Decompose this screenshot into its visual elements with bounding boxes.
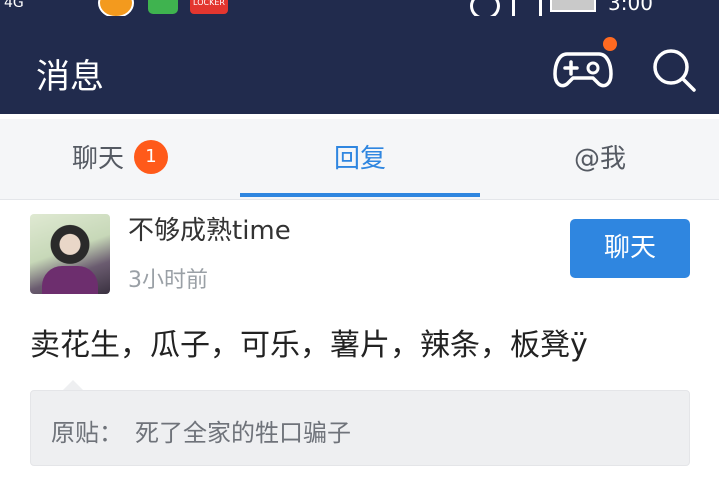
app-notification-icon [98, 0, 134, 16]
gamepad-icon[interactable] [553, 44, 613, 92]
network-indicator: 4G [4, 0, 24, 11]
unread-badge: 1 [134, 139, 168, 174]
timestamp: 3小时前 [128, 268, 208, 293]
tab-mentions-label: @我 [573, 144, 626, 174]
quote-label: 原贴： [51, 419, 123, 447]
title-bar: 消息 [0, 16, 719, 114]
chat-button[interactable]: 聊天 [570, 219, 690, 278]
tab-mentions[interactable]: @我 [480, 119, 719, 199]
wifi-icon [512, 0, 542, 16]
avatar[interactable] [30, 214, 110, 294]
quote-text: 死了全家的牲口骗子 [135, 419, 351, 447]
alarm-icon [470, 0, 500, 16]
active-tab-indicator [240, 193, 480, 197]
locker-notification-icon: LOCKER [190, 0, 228, 14]
tab-reply[interactable]: 回复 [240, 119, 480, 199]
quote-box: 原贴： 死了全家的牲口骗子 [30, 390, 690, 466]
username[interactable]: 不够成熟time [128, 210, 291, 247]
page-title: 消息 [36, 57, 104, 97]
tab-bar: 聊天 1 回复 @我 [0, 119, 719, 200]
battery-icon [550, 0, 596, 12]
tab-reply-label: 回复 [333, 144, 386, 174]
search-icon[interactable] [650, 46, 698, 94]
clock: 3:00 [608, 0, 653, 15]
avatar-image [42, 266, 98, 294]
tab-chat[interactable]: 聊天 1 [0, 119, 240, 199]
reply-content: 卖花生，瓜子，可乐，薯片，辣条，板凳ÿ [30, 328, 588, 363]
tab-chat-label: 聊天 [71, 144, 124, 174]
notification-dot [603, 37, 617, 51]
message-notification-icon [148, 0, 178, 14]
status-bar: 4G LOCKER 3:00 [0, 0, 719, 16]
